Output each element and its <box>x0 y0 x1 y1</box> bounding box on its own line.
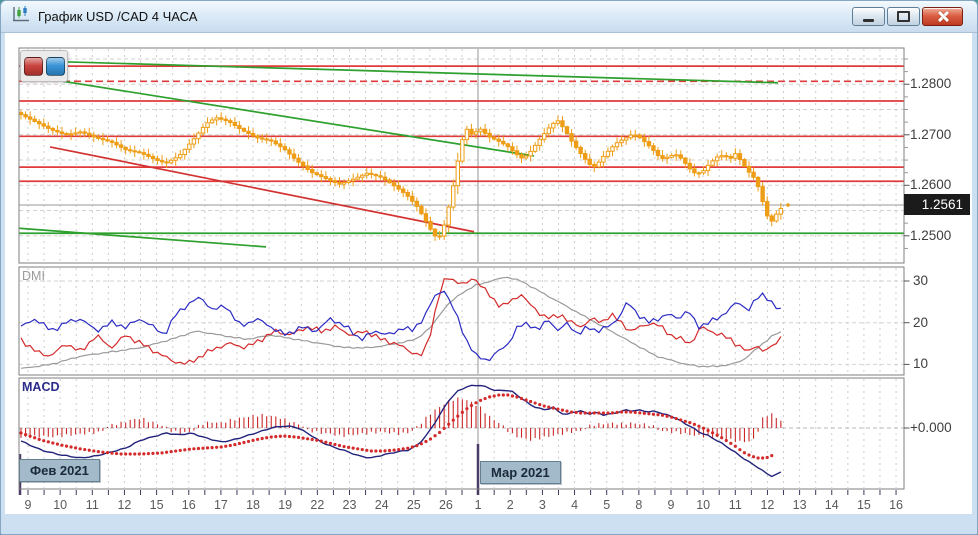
minimize-icon <box>863 19 874 22</box>
red-marker-button[interactable] <box>24 57 43 76</box>
close-icon <box>936 10 949 23</box>
chart-canvas[interactable] <box>1 1 977 534</box>
maximize-icon <box>897 11 910 22</box>
chart-window: DMI MACD 1.2561 +0.000 Фев 2021 Мар 2021… <box>0 0 978 535</box>
title-bar[interactable]: График USD /CAD 4 ЧАСА <box>1 1 977 33</box>
candlestick-chart-icon <box>11 5 31 29</box>
minimize-button[interactable] <box>852 7 885 26</box>
maximize-button[interactable] <box>887 7 920 26</box>
blue-marker-button[interactable] <box>46 57 65 76</box>
window-controls <box>852 7 967 26</box>
window-title: График USD /CAD 4 ЧАСА <box>38 9 197 24</box>
drawing-toolbar <box>20 50 68 82</box>
close-button[interactable] <box>922 7 963 26</box>
